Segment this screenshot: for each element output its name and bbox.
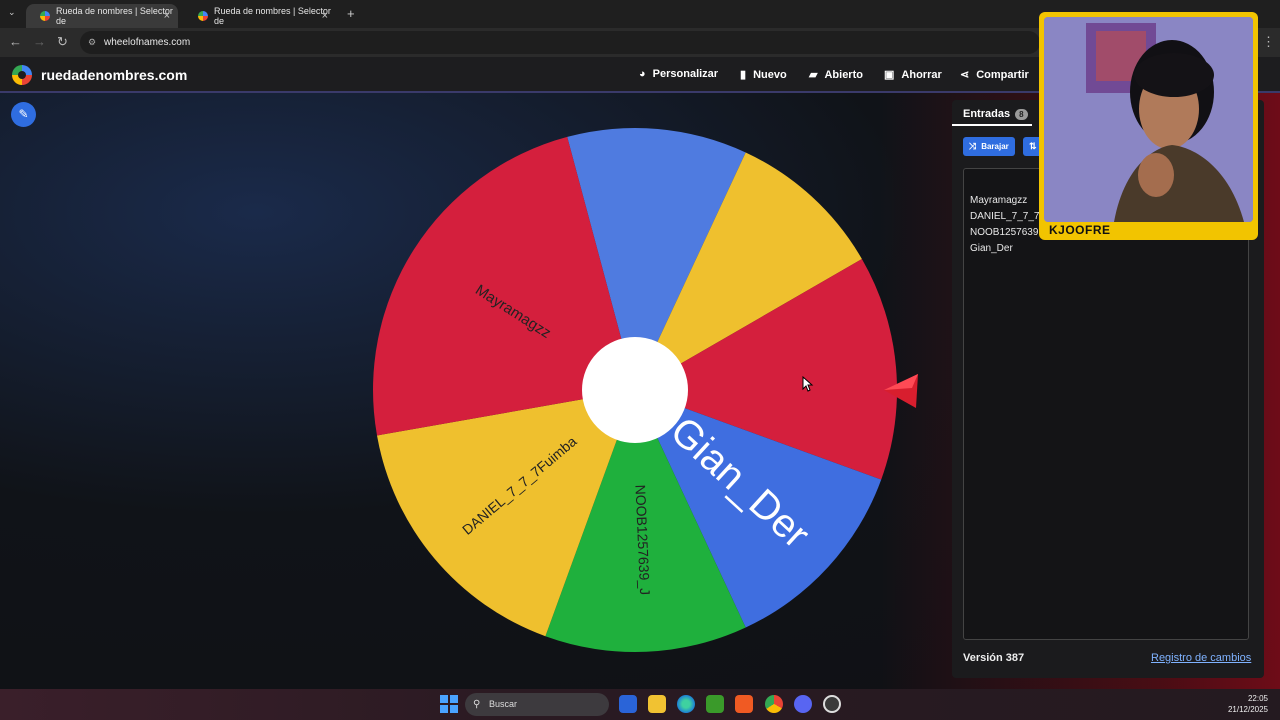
pen-app-icon[interactable]	[619, 695, 637, 713]
sort-icon: ⇅	[1029, 141, 1037, 151]
nav-customize-button[interactable]: ◕ Personalizar	[639, 68, 718, 80]
tab-title: Rueda de nombres | Selector de	[214, 6, 331, 26]
url-field[interactable]: ⚙ wheelofnames.com	[80, 31, 1040, 54]
wheel-pointer-icon	[884, 374, 918, 408]
edit-pencil-icon[interactable]: ✎	[11, 102, 36, 127]
folder-icon: ▰	[809, 69, 818, 81]
streamer-silhouette	[1044, 17, 1253, 222]
wheel-center-hub[interactable]	[582, 337, 688, 443]
chrome-browser-icon[interactable]	[765, 695, 783, 713]
shuffle-label: Barajar	[981, 142, 1009, 151]
nav-save-button[interactable]: ▣ Ahorrar	[884, 68, 942, 82]
site-logo-icon[interactable]	[12, 65, 32, 85]
nav-label: Ahorrar	[901, 68, 942, 81]
shuffle-icon: ⤨	[969, 141, 977, 151]
nav-new-button[interactable]: ▮ Nuevo	[740, 68, 787, 82]
clock-time: 22:05	[1247, 694, 1268, 703]
edge-browser-icon[interactable]	[677, 695, 695, 713]
nav-label: Personalizar	[652, 68, 719, 80]
close-tab-icon[interactable]: ×	[164, 10, 170, 22]
browser-tab-active[interactable]: Rueda de nombres | Selector de ×	[26, 4, 178, 28]
list-item: Gian_Der	[970, 243, 1013, 254]
url-text: wheelofnames.com	[104, 37, 191, 48]
browser-tab[interactable]: Rueda de nombres | Selector de ×	[184, 4, 336, 28]
nav-label: Abierto	[824, 68, 863, 81]
webcam-video	[1044, 17, 1253, 222]
webcam-overlay: KJOOFRE	[1039, 12, 1258, 240]
entries-count-badge: 8	[1015, 109, 1028, 120]
brave-browser-icon[interactable]	[735, 695, 753, 713]
tab-entries[interactable]: Entradas 8	[963, 108, 1028, 120]
site-info-icon[interactable]: ⚙	[88, 31, 96, 54]
taskbar-clock[interactable]: 22:05 21/12/2025	[1228, 693, 1268, 715]
changelog-link[interactable]: Registro de cambios	[1151, 652, 1251, 664]
taskbar-search[interactable]: ⚲ Buscar	[465, 693, 609, 716]
mouse-cursor-icon	[802, 376, 814, 392]
clock-date: 21/12/2025	[1227, 705, 1268, 714]
reload-icon[interactable]: ↻	[57, 34, 68, 50]
tab-entries-label: Entradas	[963, 108, 1011, 120]
streamer-name: KJOOFRE	[1049, 223, 1111, 237]
close-tab-icon[interactable]: ×	[322, 10, 328, 22]
new-tab-icon[interactable]: +	[347, 6, 355, 21]
tab-title: Rueda de nombres | Selector de	[56, 6, 173, 26]
forward-icon[interactable]: →	[33, 34, 46, 49]
back-icon[interactable]: ←	[9, 34, 22, 49]
version-label: Versión 387	[963, 652, 1025, 664]
windows-start-icon[interactable]	[440, 695, 458, 713]
tab-list-chevron-icon[interactable]: ⌄	[8, 7, 16, 18]
nav-label: Nuevo	[753, 68, 787, 81]
site-name[interactable]: ruedadenombres.com	[41, 67, 187, 83]
file-icon: ▮	[740, 69, 747, 81]
share-icon: ⋖	[960, 69, 970, 81]
shuffle-button[interactable]: ⤨ Barajar	[963, 137, 1015, 156]
nav-open-button[interactable]: ▰ Abierto	[809, 68, 863, 82]
palette-icon: ◕	[639, 68, 646, 80]
browser-menu-icon[interactable]: ⋮	[1262, 34, 1275, 50]
file-explorer-icon[interactable]	[648, 695, 666, 713]
minecraft-icon[interactable]	[706, 695, 724, 713]
discord-icon[interactable]	[794, 695, 812, 713]
name-wheel[interactable]: Gian_DerNOOB1257639_JDANIEL_7_7_7FuimbaM…	[372, 127, 898, 653]
search-icon: ⚲	[473, 699, 481, 710]
streaming-app-icon[interactable]	[823, 695, 841, 713]
wheel-favicon-icon	[198, 11, 208, 21]
wheel-favicon-icon	[40, 11, 50, 21]
windows-taskbar: ⚲ Buscar 22:05 21/12/2025	[0, 689, 1280, 720]
search-label: Buscar	[489, 699, 518, 709]
save-icon: ▣	[884, 69, 895, 81]
nav-label: Compartir	[976, 68, 1029, 81]
nav-share-button[interactable]: ⋖ Compartir	[960, 68, 1029, 82]
tab-underline	[952, 124, 1032, 126]
